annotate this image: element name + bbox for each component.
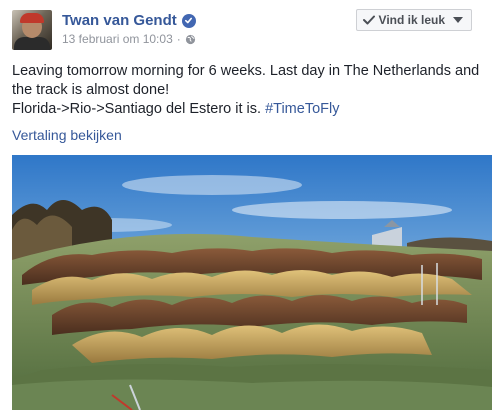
bmx-track-image <box>12 155 492 410</box>
like-page-button[interactable]: Vind ik leuk <box>355 9 472 31</box>
post-meta: 13 februari om 10:03 · <box>62 32 196 46</box>
check-icon <box>362 15 375 25</box>
globe-icon[interactable] <box>185 34 196 45</box>
post-photo[interactable] <box>12 155 492 410</box>
like-button-label: Vind ik leuk <box>378 13 445 27</box>
post-text-line2: the track is almost done! <box>12 82 170 98</box>
meta-separator: · <box>176 32 181 46</box>
verified-badge-icon <box>181 13 196 28</box>
caret-down-icon[interactable] <box>453 17 463 23</box>
post-message: Leaving tomorrow morning for 6 weeks. La… <box>12 62 490 119</box>
post-text-line3: Florida->Rio->Santiago del Estero it is. <box>12 101 266 117</box>
post-text-line1: Leaving tomorrow morning for 6 weeks. La… <box>12 63 480 79</box>
author-row: Twan van Gendt <box>62 12 196 29</box>
translate-link[interactable]: Vertaling bekijken <box>12 127 122 143</box>
post-timestamp[interactable]: 13 februari om 10:03 <box>62 32 173 46</box>
author-name[interactable]: Twan van Gendt <box>62 12 177 29</box>
hashtag-link[interactable]: #TimeToFly <box>265 101 339 117</box>
author-avatar[interactable] <box>12 10 52 50</box>
